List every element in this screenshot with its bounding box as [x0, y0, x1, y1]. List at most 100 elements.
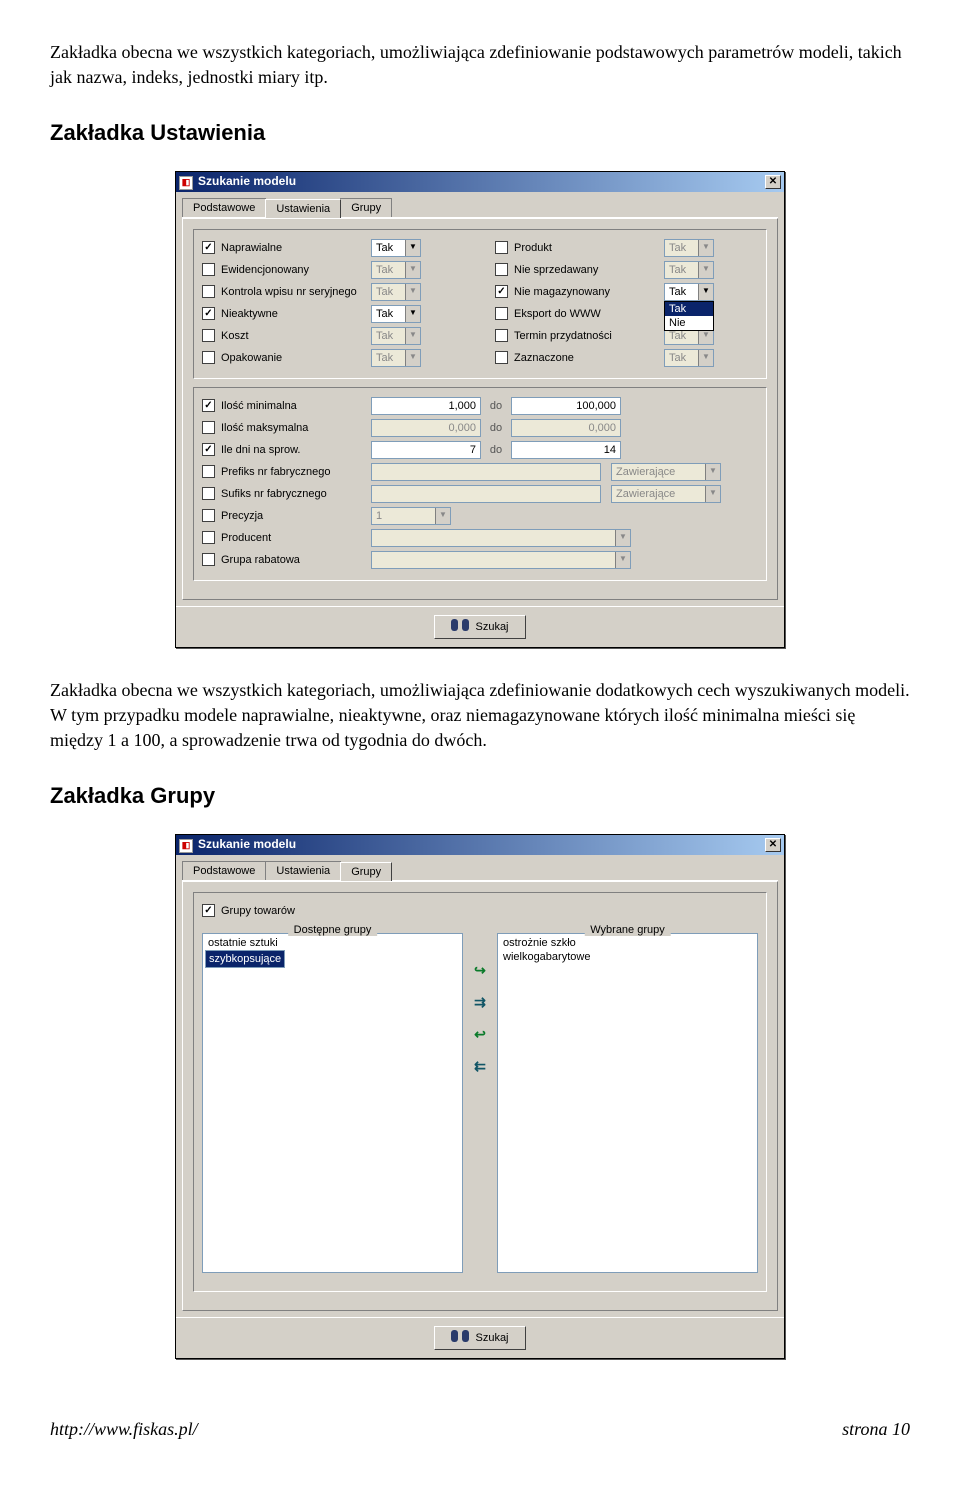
- dropdown-arrow-icon: ▼: [698, 284, 713, 300]
- footer-page: strona 10: [842, 1419, 910, 1440]
- select[interactable]: Tak▼: [664, 261, 714, 279]
- select[interactable]: Tak▼: [664, 349, 714, 367]
- field-label: Producent: [221, 532, 371, 544]
- field-label: Termin przydatności: [514, 330, 664, 342]
- field-label: Precyzja: [221, 510, 371, 522]
- text-input[interactable]: [371, 485, 601, 503]
- dropdown-arrow-icon: ▼: [405, 284, 420, 300]
- input-to[interactable]: 0,000: [511, 419, 621, 437]
- input-to[interactable]: 14: [511, 441, 621, 459]
- field-label: Koszt: [221, 330, 371, 342]
- checkbox[interactable]: [202, 443, 215, 456]
- checkbox[interactable]: [202, 329, 215, 342]
- select[interactable]: Tak▼: [371, 349, 421, 367]
- tabs: Podstawowe Ustawienia Grupy: [182, 198, 778, 218]
- transfer-buttons: ↪ ⇉ ↩ ⇇: [469, 933, 491, 1273]
- checkbox[interactable]: [495, 329, 508, 342]
- dropdown-arrow-icon: ▼: [405, 350, 420, 366]
- checkbox[interactable]: [202, 285, 215, 298]
- checkbox[interactable]: [202, 263, 215, 276]
- titlebar: ◧Szukanie modelu ✕: [176, 172, 784, 192]
- checkbox[interactable]: [202, 465, 215, 478]
- tab-grupy[interactable]: Grupy: [340, 862, 392, 881]
- label-to: do: [481, 444, 511, 456]
- select[interactable]: 1▼: [371, 507, 451, 525]
- field-label: Ilość minimalna: [221, 400, 371, 412]
- field-label: Ewidencjonowany: [221, 264, 371, 276]
- checkbox[interactable]: [202, 307, 215, 320]
- checkbox[interactable]: [495, 307, 508, 320]
- add-one-icon[interactable]: ↪: [469, 961, 491, 981]
- checkbox[interactable]: [495, 263, 508, 276]
- app-icon: ◧: [179, 176, 193, 190]
- tab-grupy[interactable]: Grupy: [340, 198, 392, 217]
- middle-text: Zakładka obecna we wszystkich kategoriac…: [50, 678, 910, 754]
- checkbox[interactable]: [202, 399, 215, 412]
- heading-grupy: Zakładka Grupy: [50, 783, 910, 809]
- match-mode-select[interactable]: Zawierające▼: [611, 485, 721, 503]
- dropdown-arrow-icon: ▼: [698, 350, 713, 366]
- field-label: Nie magazynowany: [514, 286, 664, 298]
- field-label: Ilość maksymalna: [221, 422, 371, 434]
- input-from[interactable]: 1,000: [371, 397, 481, 415]
- dialog-title: Szukanie modelu: [198, 837, 296, 851]
- list-item[interactable]: szybkopsujące: [205, 950, 285, 968]
- label-to: do: [481, 422, 511, 434]
- dropdown-arrow-icon: ▼: [405, 328, 420, 344]
- select[interactable]: Tak▼ TakNie: [664, 283, 714, 301]
- match-mode-select[interactable]: Zawierające▼: [611, 463, 721, 481]
- dropdown-arrow-icon: ▼: [405, 306, 420, 322]
- checkbox[interactable]: [495, 241, 508, 254]
- checkbox[interactable]: [202, 531, 215, 544]
- checkbox[interactable]: [202, 553, 215, 566]
- search-button-label: Szukaj: [475, 1332, 508, 1344]
- input-from[interactable]: 0,000: [371, 419, 481, 437]
- checkbox[interactable]: [202, 351, 215, 364]
- dropdown-arrow-icon: ▼: [405, 240, 420, 256]
- search-button-label: Szukaj: [475, 621, 508, 633]
- checkbox[interactable]: [202, 487, 215, 500]
- add-all-icon[interactable]: ⇉: [469, 993, 491, 1013]
- select[interactable]: Tak▼: [371, 327, 421, 345]
- list-item[interactable]: ostatnie sztuki: [205, 936, 460, 950]
- dropdown-arrow-icon: ▼: [405, 262, 420, 278]
- available-groups-list[interactable]: Dostępne grupy ostatnie sztuki szybkopsu…: [202, 933, 463, 1273]
- select[interactable]: Tak▼: [371, 305, 421, 323]
- search-button[interactable]: Szukaj: [434, 1326, 525, 1350]
- checkbox[interactable]: [495, 351, 508, 364]
- search-button[interactable]: Szukaj: [434, 615, 525, 639]
- tab-ustawienia[interactable]: Ustawienia: [265, 861, 341, 880]
- dropdown-arrow-icon: ▼: [705, 464, 720, 480]
- field-label: Ile dni na sprow.: [221, 444, 371, 456]
- checkbox[interactable]: [202, 421, 215, 434]
- remove-all-icon[interactable]: ⇇: [469, 1057, 491, 1077]
- checkbox[interactable]: [495, 285, 508, 298]
- select[interactable]: Tak▼: [371, 283, 421, 301]
- close-icon[interactable]: ✕: [765, 838, 781, 852]
- list-item[interactable]: ostrożnie szkło: [500, 936, 755, 950]
- field-label: Nieaktywne: [221, 308, 371, 320]
- close-icon[interactable]: ✕: [765, 175, 781, 189]
- field-label: Produkt: [514, 242, 664, 254]
- select[interactable]: Tak▼: [371, 261, 421, 279]
- checkbox-grupy-towarow[interactable]: [202, 904, 215, 917]
- tab-podstawowe[interactable]: Podstawowe: [182, 861, 266, 880]
- checkbox[interactable]: [202, 241, 215, 254]
- input-to[interactable]: 100,000: [511, 397, 621, 415]
- tab-ustawienia[interactable]: Ustawienia: [265, 199, 341, 218]
- select[interactable]: ▼: [371, 551, 631, 569]
- text-input[interactable]: [371, 463, 601, 481]
- dropdown-arrow-icon: ▼: [698, 262, 713, 278]
- input-from[interactable]: 7: [371, 441, 481, 459]
- selected-groups-list[interactable]: Wybrane grupy ostrożnie szkło wielkogaba…: [497, 933, 758, 1273]
- select[interactable]: Tak▼: [664, 239, 714, 257]
- select[interactable]: ▼: [371, 529, 631, 547]
- select[interactable]: Tak▼: [371, 239, 421, 257]
- remove-one-icon[interactable]: ↩: [469, 1025, 491, 1045]
- list-item[interactable]: wielkogabarytowe: [500, 950, 755, 964]
- tab-podstawowe[interactable]: Podstawowe: [182, 198, 266, 217]
- titlebar: ◧Szukanie modelu ✕: [176, 835, 784, 855]
- dialog-szukanie-modelu-grupy: ◧Szukanie modelu ✕ Podstawowe Ustawienia…: [175, 834, 785, 1359]
- checkbox[interactable]: [202, 509, 215, 522]
- binoculars-icon: [451, 1330, 469, 1346]
